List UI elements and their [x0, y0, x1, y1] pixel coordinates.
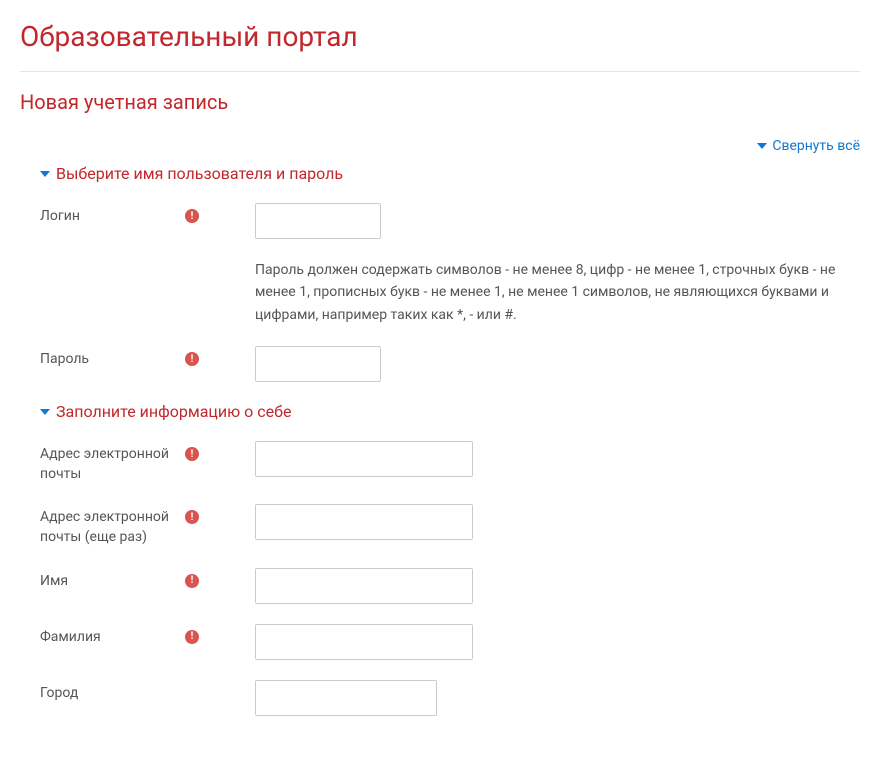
- field-email: Адрес электронной почты !: [20, 441, 860, 484]
- firstname-input[interactable]: [255, 568, 473, 604]
- email-input[interactable]: [255, 441, 473, 477]
- section-credentials: Выберите имя пользователя и пароль Логин…: [20, 164, 860, 382]
- field-firstname: Имя !: [20, 568, 860, 604]
- field-lastname: Фамилия !: [20, 624, 860, 660]
- required-icon: !: [185, 352, 199, 366]
- section-personal-title: Заполните информацию о себе: [56, 402, 291, 421]
- section-personal: Заполните информацию о себе Адрес электр…: [20, 402, 860, 715]
- password-help-text: Пароль должен содержать символов - не ме…: [20, 259, 860, 326]
- divider: [20, 71, 860, 72]
- field-city: Город: [20, 680, 860, 716]
- field-login: Логин !: [20, 203, 860, 239]
- required-icon: !: [185, 510, 199, 524]
- portal-title[interactable]: Образовательный портал: [20, 20, 860, 53]
- required-icon: !: [185, 209, 199, 223]
- city-label: Город: [40, 684, 78, 704]
- email-confirm-label: Адрес электронной почты (еще раз): [40, 508, 177, 547]
- city-input[interactable]: [255, 680, 437, 716]
- login-label: Логин: [40, 207, 80, 227]
- required-icon: !: [185, 630, 199, 644]
- email-confirm-input[interactable]: [255, 504, 473, 540]
- page-title: Новая учетная запись: [20, 90, 860, 114]
- password-input[interactable]: [255, 346, 381, 382]
- password-label: Пароль: [40, 350, 89, 370]
- section-credentials-title: Выберите имя пользователя и пароль: [56, 164, 343, 183]
- chevron-down-icon: [757, 143, 767, 149]
- section-personal-header[interactable]: Заполните информацию о себе: [20, 402, 860, 421]
- required-icon: !: [185, 447, 199, 461]
- chevron-down-icon: [40, 171, 50, 177]
- required-icon: !: [185, 574, 199, 588]
- firstname-label: Имя: [40, 572, 68, 592]
- field-email-confirm: Адрес электронной почты (еще раз) !: [20, 504, 860, 547]
- field-password: Пароль !: [20, 346, 860, 382]
- chevron-down-icon: [40, 409, 50, 415]
- email-label: Адрес электронной почты: [40, 445, 177, 484]
- collapse-all-link[interactable]: Свернуть всё: [757, 138, 860, 154]
- lastname-label: Фамилия: [40, 628, 101, 648]
- collapse-all-label: Свернуть всё: [772, 138, 860, 154]
- lastname-input[interactable]: [255, 624, 473, 660]
- section-credentials-header[interactable]: Выберите имя пользователя и пароль: [20, 164, 860, 183]
- login-input[interactable]: [255, 203, 381, 239]
